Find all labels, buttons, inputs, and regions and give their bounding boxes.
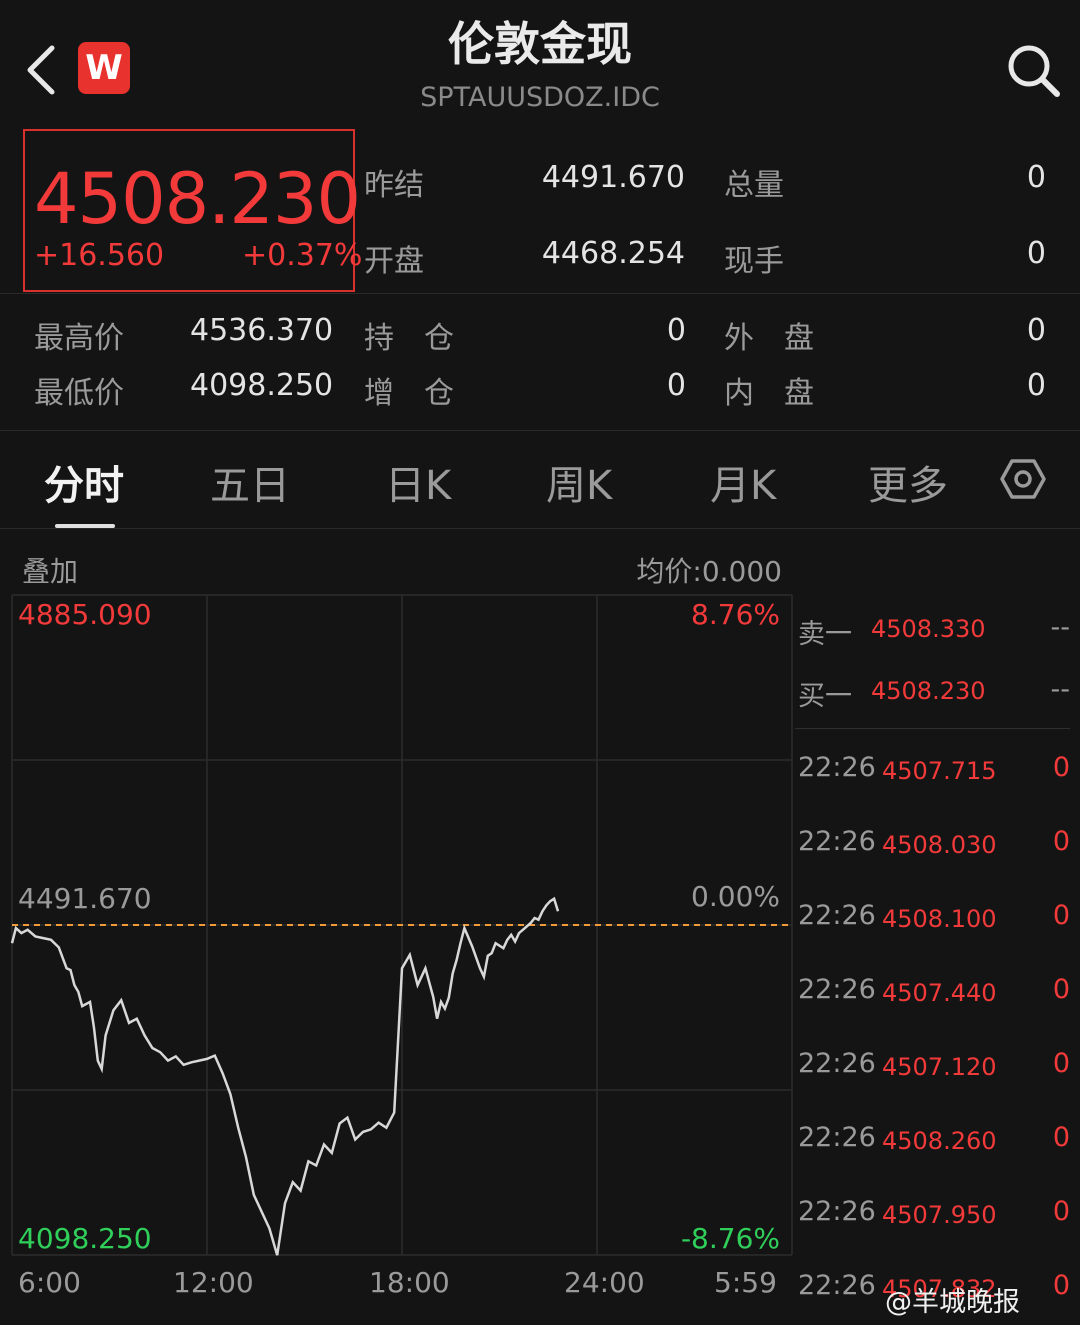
trade-time: 22:26 <box>798 1048 876 1079</box>
trade-volume: 0 <box>1052 1196 1070 1227</box>
stat-value-total-volume: 0 <box>1026 160 1046 195</box>
trade-time: 22:26 <box>798 826 876 857</box>
tab-more[interactable]: 更多 <box>868 453 948 511</box>
bid1-price: 4508.230 <box>871 677 986 705</box>
instrument-code: SPTAUUSDOZ.IDC <box>420 82 660 113</box>
stat-value-high: 4536.370 <box>190 313 334 348</box>
pct-axis-mid-label: 0.00% <box>691 880 780 913</box>
ask1-volume: -- <box>1050 612 1071 643</box>
stat-label-inner-volume: 内 盘 <box>724 376 814 411</box>
y-axis-top-label: 4885.090 <box>18 598 152 631</box>
trade-price: 4507.440 <box>882 979 997 1007</box>
stat-value-increase-position: 0 <box>666 368 686 403</box>
trade-time: 22:26 <box>798 1196 876 1227</box>
y-axis-ref-label: 4491.670 <box>18 882 152 915</box>
trade-time: 22:26 <box>798 974 876 1005</box>
stat-value-inner-volume: 0 <box>1026 368 1046 403</box>
stat-label-high: 最高价 <box>34 321 124 356</box>
trade-volume: 0 <box>1052 1048 1070 1079</box>
divider <box>795 728 1070 729</box>
last-price: 4508.230 <box>34 158 361 240</box>
x-tick: 5:59 <box>714 1266 777 1299</box>
trade-time: 22:26 <box>798 900 876 931</box>
stat-value-current-lot: 0 <box>1026 236 1046 271</box>
stat-value-prev-settle: 4491.670 <box>541 160 685 195</box>
tab-intraday[interactable]: 分时 <box>44 453 124 511</box>
x-tick: 18:00 <box>369 1266 450 1299</box>
stat-label-increase-position: 增 仓 <box>364 376 454 411</box>
pct-axis-top-label: 8.76% <box>691 598 780 631</box>
trade-volume: 0 <box>1052 1122 1070 1153</box>
trade-price: 4508.030 <box>882 831 997 859</box>
bid1-label: 买一 <box>798 681 852 712</box>
price-series-line <box>10 896 560 1256</box>
trade-volume: 0 <box>1052 900 1070 931</box>
trade-time: 22:26 <box>798 1270 876 1301</box>
stat-label-total-volume: 总量 <box>724 168 784 203</box>
intraday-chart[interactable] <box>0 540 795 1325</box>
stat-label-outer-volume: 外 盘 <box>724 321 814 356</box>
divider <box>0 528 1080 529</box>
tab-five-day[interactable]: 五日 <box>210 453 290 511</box>
divider <box>0 430 1080 431</box>
tab-monthly-k[interactable]: 月K <box>710 453 776 511</box>
x-tick: 6:00 <box>18 1266 81 1299</box>
page-title: 伦敦金现 <box>448 17 632 71</box>
bid1-volume: -- <box>1050 674 1071 705</box>
trade-price: 4507.715 <box>882 757 997 785</box>
search-icon[interactable] <box>1005 42 1061 98</box>
stat-label-low: 最低价 <box>34 376 124 411</box>
ask1-label: 卖一 <box>798 619 852 650</box>
settings-icon[interactable] <box>1000 456 1046 502</box>
trade-price: 4508.260 <box>882 1127 997 1155</box>
tab-weekly-k[interactable]: 周K <box>546 453 612 511</box>
y-axis-bottom-label: 4098.250 <box>18 1222 152 1255</box>
trade-time: 22:26 <box>798 752 876 783</box>
trade-price: 4507.120 <box>882 1053 997 1081</box>
stat-label-current-lot: 现手 <box>724 244 784 279</box>
stat-value-low: 4098.250 <box>190 368 334 403</box>
stat-label-prev-settle: 昨结 <box>364 168 424 203</box>
stat-value-open-interest: 0 <box>666 313 686 348</box>
pct-axis-bottom-label: -8.76% <box>680 1222 780 1255</box>
stat-label-open-interest: 持 仓 <box>364 321 454 356</box>
trade-price: 4507.950 <box>882 1201 997 1229</box>
trade-volume: 0 <box>1052 974 1070 1005</box>
trade-volume: 0 <box>1052 826 1070 857</box>
x-tick: 24:00 <box>564 1266 645 1299</box>
trade-time: 22:26 <box>798 1122 876 1153</box>
trade-price: 4508.100 <box>882 905 997 933</box>
divider <box>0 293 1080 294</box>
stat-value-outer-volume: 0 <box>1026 313 1046 348</box>
price-change: +16.560 <box>34 238 165 273</box>
stat-label-open: 开盘 <box>364 244 424 279</box>
ask1-price: 4508.330 <box>871 615 986 643</box>
stat-value-open: 4468.254 <box>541 236 685 271</box>
tab-daily-k[interactable]: 日K <box>385 453 451 511</box>
watermark: @羊城晚报 <box>885 1287 1020 1318</box>
price-change-pct: +0.37% <box>242 238 363 273</box>
x-tick: 12:00 <box>173 1266 254 1299</box>
trade-volume: 0 <box>1052 752 1070 783</box>
